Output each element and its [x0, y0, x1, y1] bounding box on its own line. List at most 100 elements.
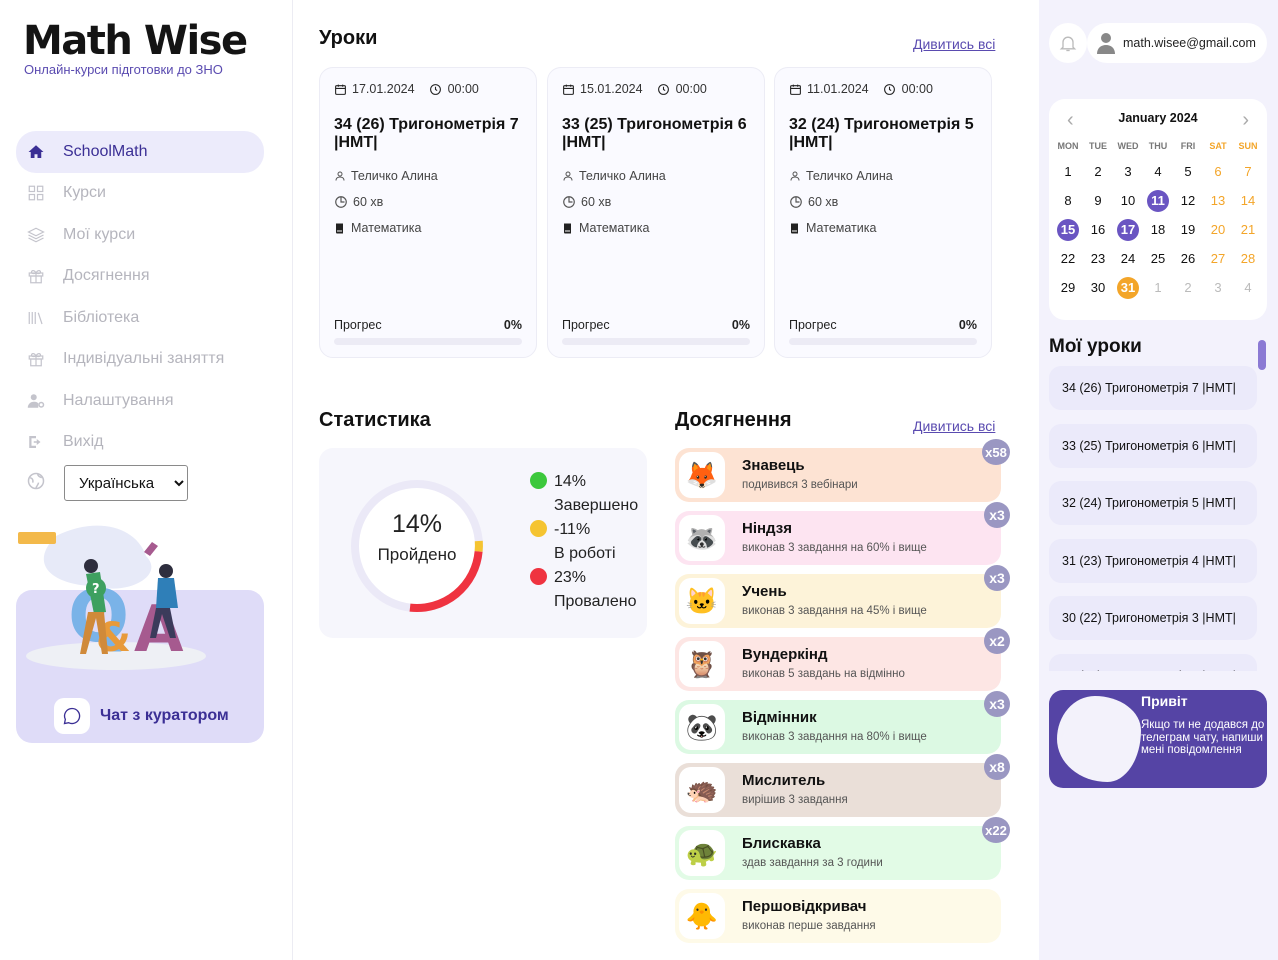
logo-subtitle: Онлайн-курси підготовки до ЗНО — [24, 62, 223, 77]
lesson-progress: Прогрес 0% — [789, 318, 977, 332]
nav-item-my-courses[interactable]: Мої курси — [16, 214, 264, 256]
calendar-day[interactable]: 4 — [1143, 157, 1173, 186]
achievement-card[interactable]: 🐱 Учень виконав 3 завдання на 45% і вище x3 — [675, 565, 1010, 628]
calendar-day[interactable]: 18 — [1143, 215, 1173, 244]
clock-icon — [429, 83, 441, 95]
calendar-day[interactable]: 1 — [1053, 157, 1083, 186]
calendar-day[interactable]: 12 — [1173, 186, 1203, 215]
calendar-day[interactable]: 19 — [1173, 215, 1203, 244]
calendar-day[interactable]: 2 — [1083, 157, 1113, 186]
achievement-card[interactable]: 🐼 Відмінник виконав 3 завдання на 80% і ви… — [675, 691, 1010, 754]
calendar-day[interactable]: 6 — [1203, 157, 1233, 186]
lesson-card[interactable]: 15.01.2024 00:00 33 (25) Тригонометрія 6… — [547, 67, 765, 358]
nav-item-settings[interactable]: Налаштування — [16, 380, 264, 422]
calendar-day[interactable]: 23 — [1083, 244, 1113, 273]
my-lesson-item[interactable]: 33 (25) Тригонометрія 6 |НМТ| — [1049, 423, 1257, 468]
calendar-day[interactable]: 14 — [1233, 186, 1263, 215]
calendar-day[interactable]: 27 — [1203, 244, 1233, 273]
nav-item-schoolmath[interactable]: SchoolMath — [16, 131, 264, 173]
calendar-day[interactable]: 22 — [1053, 244, 1083, 273]
books-icon — [26, 308, 46, 328]
book-icon — [564, 223, 571, 233]
my-lesson-item[interactable]: 31 (23) Тригонометрія 4 |НМТ| — [1049, 538, 1257, 583]
nav-item-library[interactable]: Бібліотека — [16, 297, 264, 339]
language-select[interactable]: Українська — [64, 465, 188, 501]
grid-icon — [26, 183, 46, 203]
curator-chat-label: Чат з куратором — [100, 707, 229, 724]
lesson-duration: 60 хв — [789, 194, 977, 210]
my-lesson-item[interactable]: 29 (21) Тригонометрія 2 |НМТ| — [1049, 653, 1257, 671]
my-lesson-item[interactable]: 30 (22) Тригонометрія 3 |НМТ| — [1049, 596, 1257, 640]
user-icon — [563, 171, 573, 181]
logo-title[interactable]: Math Wise — [23, 18, 248, 64]
subject-value: Математика — [806, 221, 877, 235]
calendar-next-button[interactable]: › — [1242, 109, 1249, 132]
nav-item-courses[interactable]: Курси — [16, 173, 264, 215]
avatar-icon — [1097, 33, 1115, 54]
gift-icon — [26, 349, 46, 369]
calendar-day[interactable]: 28 — [1233, 244, 1263, 273]
panda-icon: 🐼 — [679, 704, 725, 750]
achievements-title: Досягнення — [675, 409, 792, 431]
achievement-card[interactable]: 🦊 Знавець подивився 3 вебінари x58 — [675, 439, 1010, 502]
curator-chat-button[interactable]: Чат з куратором — [54, 698, 229, 734]
my-lesson-item[interactable]: 34 (26) Тригонометрія 7 |НМТ| — [1049, 366, 1257, 410]
calendar-day[interactable]: 1 — [1143, 273, 1173, 302]
nav-item-achievements[interactable]: Досягнення — [16, 256, 264, 298]
calendar-icon — [790, 84, 801, 95]
duration-value: 60 хв — [353, 195, 384, 209]
my-lesson-item[interactable]: 32 (24) Тригонометрія 5 |НМТ| — [1049, 481, 1257, 525]
legend-dot-green — [530, 472, 547, 489]
calendar-day[interactable]: 5 — [1173, 157, 1203, 186]
nav-label: Налаштування — [63, 391, 174, 409]
fox-icon: 🦊 — [679, 452, 725, 498]
achievement-card[interactable]: 🦉 Вундеркінд виконав 5 завдань на відмінно… — [675, 628, 1010, 691]
lesson-card[interactable]: 11.01.2024 00:00 32 (24) Тригонометрія 5… — [774, 67, 992, 358]
teacher-name: Теличко Алина — [806, 169, 893, 183]
calendar-day[interactable]: 15 — [1053, 215, 1083, 244]
calendar-day[interactable]: 9 — [1083, 186, 1113, 215]
calendar-day[interactable]: 8 — [1053, 186, 1083, 215]
calendar-day[interactable]: 17 — [1113, 215, 1143, 244]
calendar-day[interactable]: 29 — [1053, 273, 1083, 302]
calendar-day[interactable]: 24 — [1113, 244, 1143, 273]
calendar-day[interactable]: 31 — [1113, 273, 1143, 302]
telegram-hello-card[interactable]: Привіт Якщо ти не додався до телеграм ча… — [1049, 690, 1267, 788]
calendar-day[interactable]: 3 — [1203, 273, 1233, 302]
legend-value: 23% — [554, 569, 587, 586]
stats-card: 14% Пройдено 14% Завершено -11% В роботі 2… — [319, 448, 647, 638]
lessons-see-all-link[interactable]: Дивитись всі — [913, 36, 995, 52]
achievement-card[interactable]: 🦝 Ніндзя виконав 3 завдання на 60% і вище x… — [675, 502, 1010, 565]
stats-title: Статистика — [319, 409, 431, 431]
lesson-card[interactable]: 17.01.2024 00:00 34 (26) Тригонометрія 7… — [319, 67, 537, 358]
lesson-duration: 60 хв — [562, 194, 750, 210]
calendar-day[interactable]: 2 — [1173, 273, 1203, 302]
calendar-day[interactable]: 16 — [1083, 215, 1113, 244]
achievements-see-all-link[interactable]: Дивитись всі — [913, 418, 995, 434]
achievement-card[interactable]: 🐢 Блискавка здав завдання за 3 години x22 — [675, 817, 1010, 880]
calendar-day[interactable]: 7 — [1233, 157, 1263, 186]
user-gear-icon — [26, 391, 46, 411]
achievement-desc: виконав 3 завдання на 80% і вище — [742, 731, 927, 743]
calendar-day[interactable]: 26 — [1173, 244, 1203, 273]
calendar-day[interactable]: 21 — [1233, 215, 1263, 244]
achievement-card[interactable]: 🐥 Першовідкривач виконав перше завдання — [675, 889, 1001, 943]
calendar-day[interactable]: 3 — [1113, 157, 1143, 186]
calendar-day[interactable]: 20 — [1203, 215, 1233, 244]
nav-item-logout[interactable]: Вихід — [16, 422, 264, 464]
turtle-icon: 🐢 — [679, 830, 725, 876]
svg-text:?: ? — [92, 582, 100, 597]
nav-item-individual[interactable]: Індивідуальні заняття — [16, 339, 264, 381]
calendar-day[interactable]: 11 — [1143, 186, 1173, 215]
stats-legend: 14% Завершено -11% В роботі 23% Провалено — [530, 470, 638, 614]
calendar-day[interactable]: 13 — [1203, 186, 1233, 215]
notifications-button[interactable] — [1049, 23, 1087, 63]
achievement-card[interactable]: 🦔 Мислитель вирішив 3 завдання x8 — [675, 754, 1010, 817]
user-profile-button[interactable]: math.wisee@gmail.com — [1087, 23, 1267, 63]
calendar-day[interactable]: 4 — [1233, 273, 1263, 302]
nav-label: Індивідуальні заняття — [63, 350, 225, 368]
my-lessons-scrollbar[interactable] — [1258, 340, 1266, 370]
calendar-day[interactable]: 10 — [1113, 186, 1143, 215]
calendar-day[interactable]: 25 — [1143, 244, 1173, 273]
calendar-day[interactable]: 30 — [1083, 273, 1113, 302]
